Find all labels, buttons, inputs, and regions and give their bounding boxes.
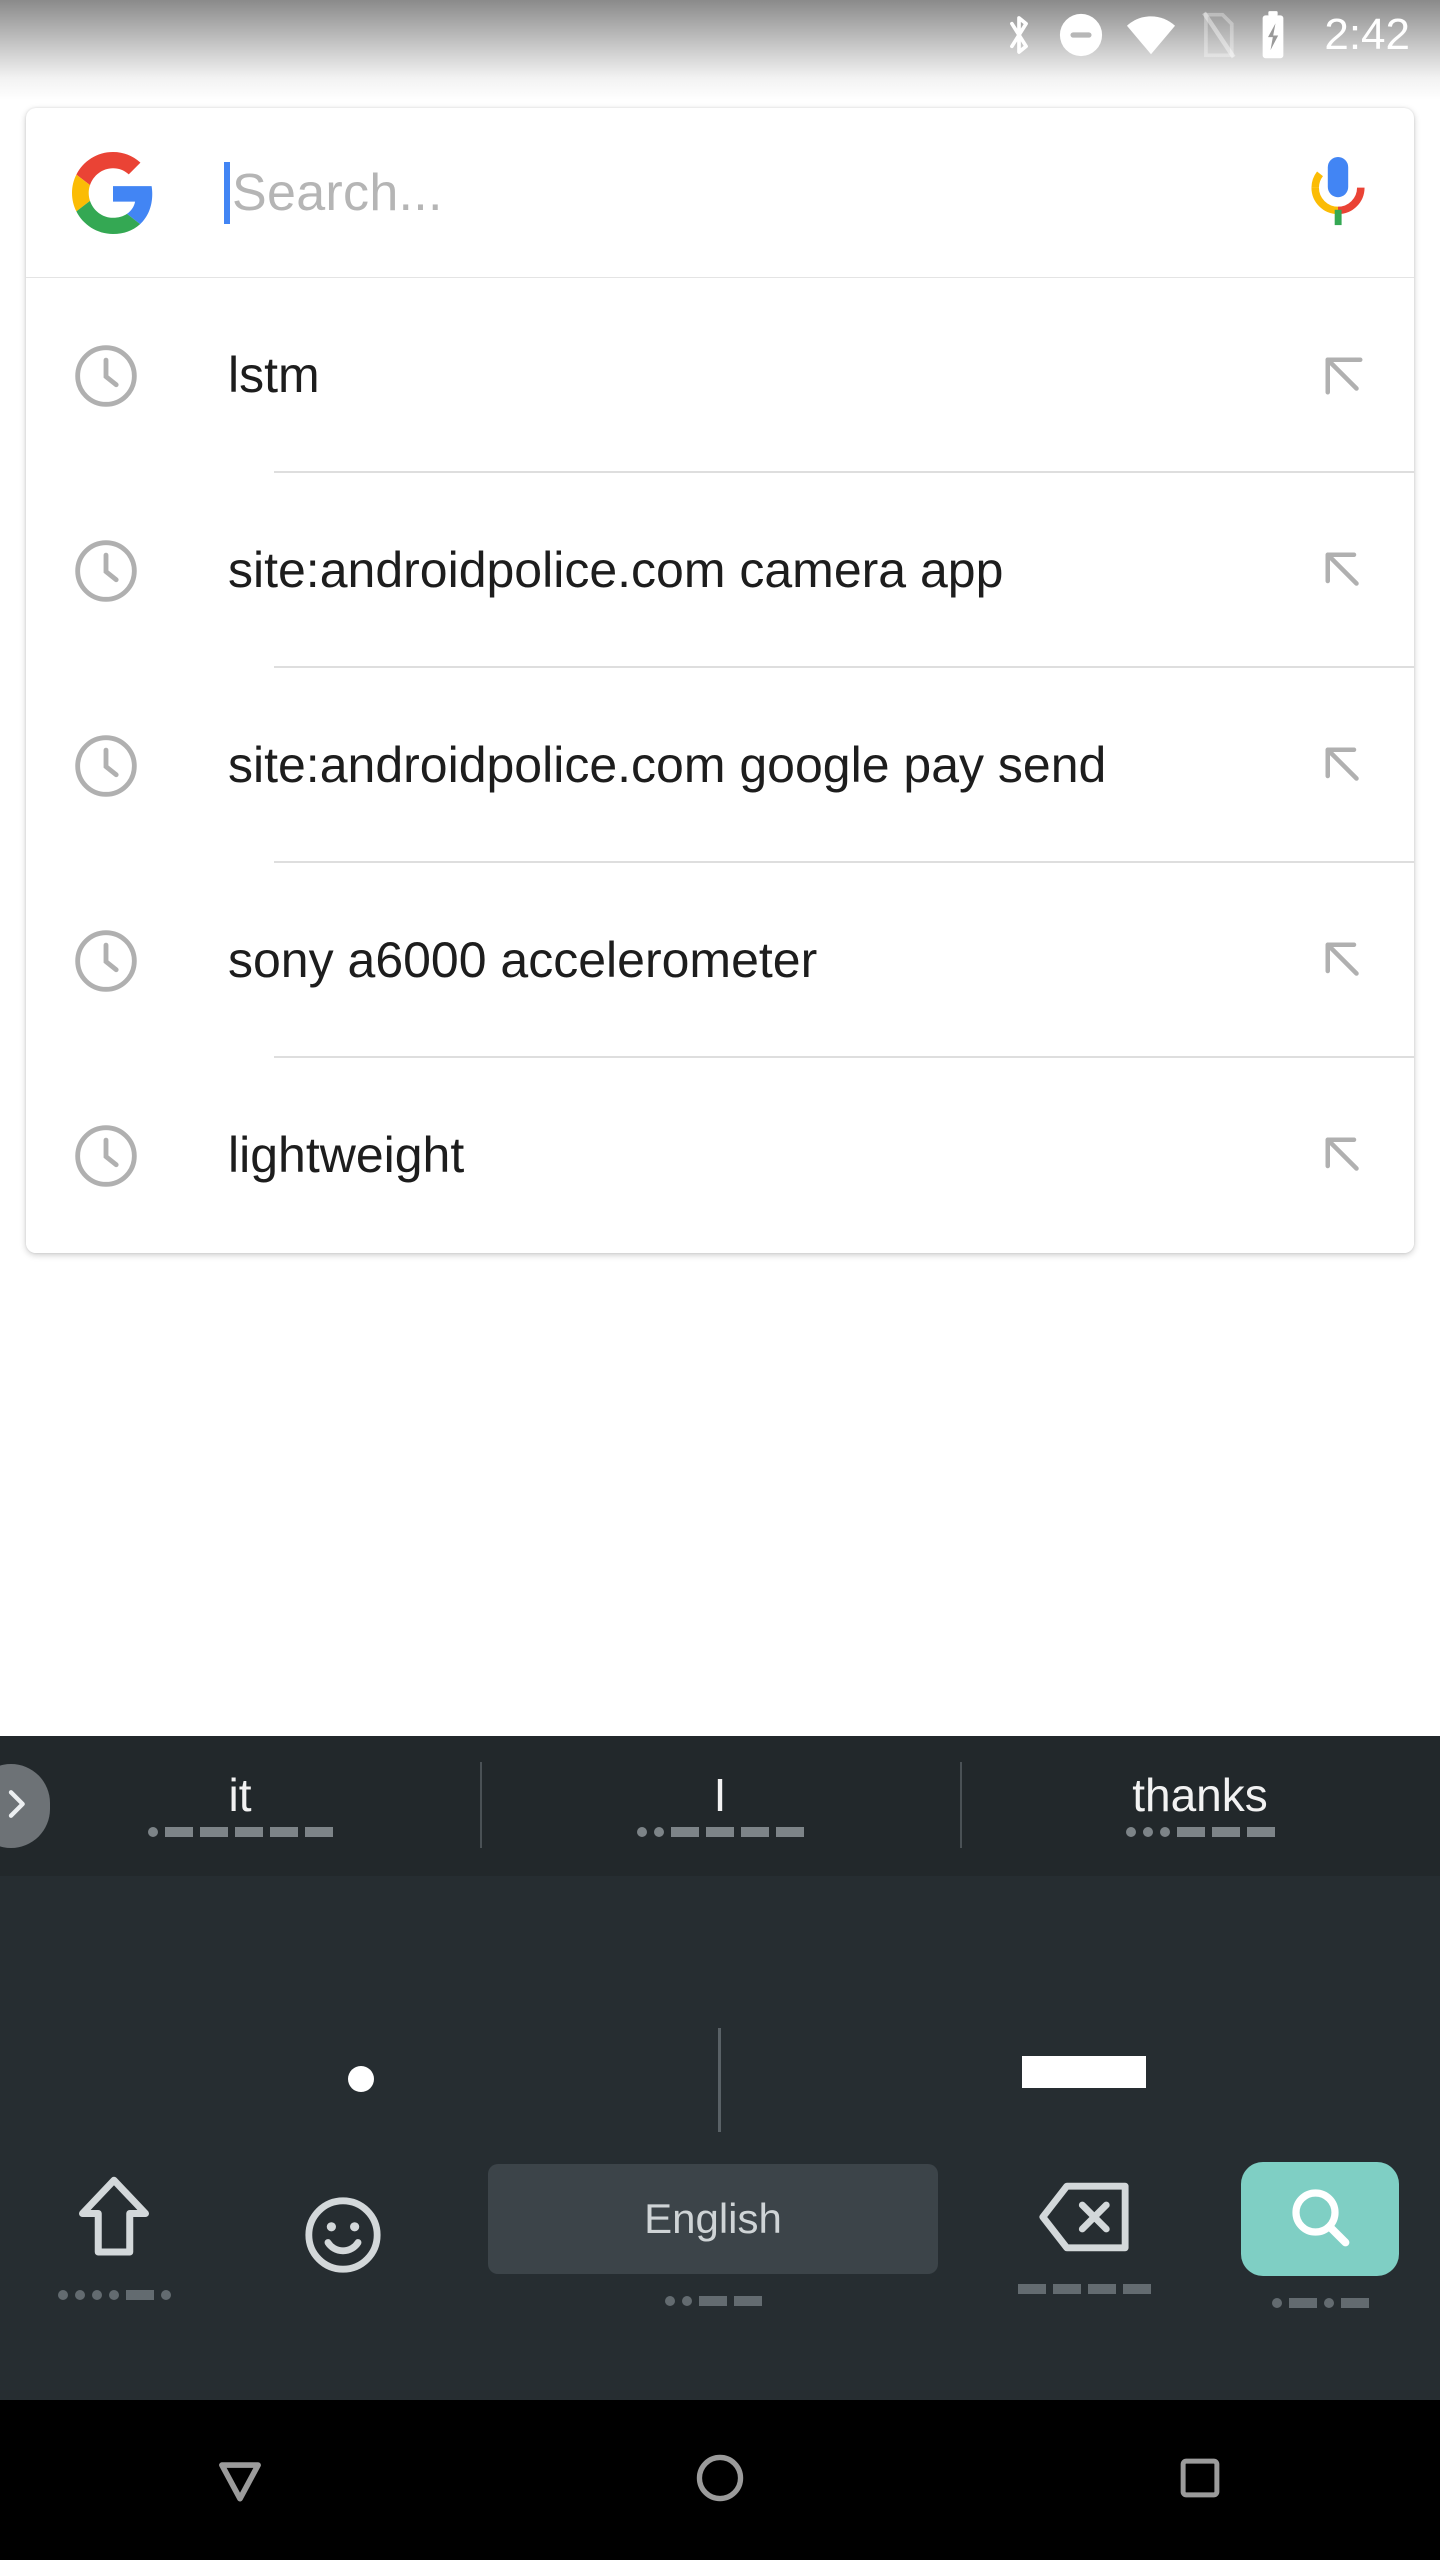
list-item[interactable]: site:androidpolice.com camera app (26, 473, 1414, 668)
emoji-smiley-icon (302, 2194, 384, 2281)
arrow-up-left-icon[interactable] (1314, 736, 1374, 796)
keyboard-body: English (0, 1876, 1440, 2400)
history-clock-icon (72, 342, 140, 410)
accessibility-marks (57, 2286, 171, 2304)
suggestion-word: I (713, 1769, 727, 1821)
shift-key[interactable] (0, 2171, 228, 2304)
keyboard-suggestion-strip: it I thanks (0, 1736, 1440, 1876)
suggestion-text: sony a6000 accelerometer (228, 932, 818, 988)
list-item[interactable]: sony a6000 accelerometer (26, 863, 1414, 1058)
bluetooth-icon (1002, 10, 1036, 60)
search-magnifier-icon (1284, 2181, 1356, 2258)
emoji-key[interactable] (228, 2194, 458, 2281)
do-not-disturb-icon (1058, 12, 1104, 58)
backspace-key[interactable] (968, 2177, 1200, 2298)
navigation-bar (0, 2400, 1440, 2560)
search-input[interactable]: Search... (224, 108, 1282, 277)
suggestion-text: lstm (228, 347, 320, 403)
text-caret (224, 161, 230, 224)
suggestion-words: it I thanks (0, 1736, 1440, 1876)
spacebar-label: English (644, 2195, 782, 2242)
arrow-up-left-icon[interactable] (1314, 346, 1374, 406)
suggestion-word: it (228, 1769, 252, 1821)
suggestion-text: site:androidpolice.com camera app (228, 542, 1004, 598)
arrow-up-left-icon[interactable] (1314, 931, 1374, 991)
status-bar: 2:42 (0, 0, 1440, 100)
search-key-button[interactable] (1241, 2162, 1399, 2276)
status-bar-icons: 2:42 (1002, 6, 1410, 64)
triangle-down-icon (209, 2447, 271, 2514)
suggestion-word-item[interactable]: thanks (960, 1736, 1440, 1876)
no-sim-icon (1198, 11, 1236, 59)
recents-button[interactable] (960, 2451, 1440, 2510)
arrow-up-left-icon[interactable] (1314, 541, 1374, 601)
suggestion-word-item[interactable]: it (0, 1736, 480, 1876)
search-placeholder: Search... (232, 163, 443, 222)
keyboard-divider (718, 2028, 721, 2132)
accessibility-marks (664, 2292, 762, 2310)
back-button[interactable] (0, 2447, 480, 2514)
keyboard-bottom-row: English (0, 2132, 1440, 2342)
arrow-up-left-icon[interactable] (1314, 1126, 1374, 1186)
accessibility-marks (636, 1824, 804, 1840)
accessibility-marks (1125, 1824, 1275, 1840)
history-clock-icon (72, 1122, 140, 1190)
keyboard-indicator-bar (1022, 2056, 1146, 2088)
backspace-icon (1036, 2177, 1132, 2262)
search-card: Search... lstm site:androidpolice.com ca… (26, 108, 1414, 1253)
suggestion-word-item[interactable]: I (480, 1736, 960, 1876)
search-key[interactable] (1200, 2162, 1440, 2312)
home-button[interactable] (480, 2449, 960, 2512)
square-icon (1173, 2451, 1227, 2510)
suggestion-list: lstm site:androidpolice.com camera app s… (26, 278, 1414, 1253)
search-bar[interactable]: Search... (26, 108, 1414, 278)
keyboard: it I thanks English (0, 1736, 1440, 2400)
circle-icon (691, 2449, 749, 2512)
history-clock-icon (72, 732, 140, 800)
history-clock-icon (72, 537, 140, 605)
accessibility-marks (1017, 2280, 1151, 2298)
accessibility-marks (1271, 2294, 1369, 2312)
spacebar[interactable]: English (488, 2164, 938, 2274)
space-key[interactable]: English (458, 2164, 968, 2310)
battery-charging-icon (1258, 10, 1288, 60)
suggestion-word: thanks (1132, 1769, 1268, 1821)
list-item[interactable]: lstm (26, 278, 1414, 473)
google-mic-icon[interactable] (1302, 154, 1374, 232)
suggestion-text: site:androidpolice.com google pay send (228, 737, 1107, 793)
shift-arrow-icon (72, 2171, 156, 2268)
history-clock-icon (72, 927, 140, 995)
list-item[interactable]: site:androidpolice.com google pay send (26, 668, 1414, 863)
accessibility-marks (147, 1824, 333, 1840)
google-g-logo (72, 151, 154, 234)
status-bar-clock: 2:42 (1324, 10, 1410, 59)
keyboard-indicator-dot (348, 2066, 374, 2092)
wifi-icon (1126, 13, 1176, 57)
list-item[interactable]: lightweight (26, 1058, 1414, 1253)
suggestion-text: lightweight (228, 1127, 465, 1183)
